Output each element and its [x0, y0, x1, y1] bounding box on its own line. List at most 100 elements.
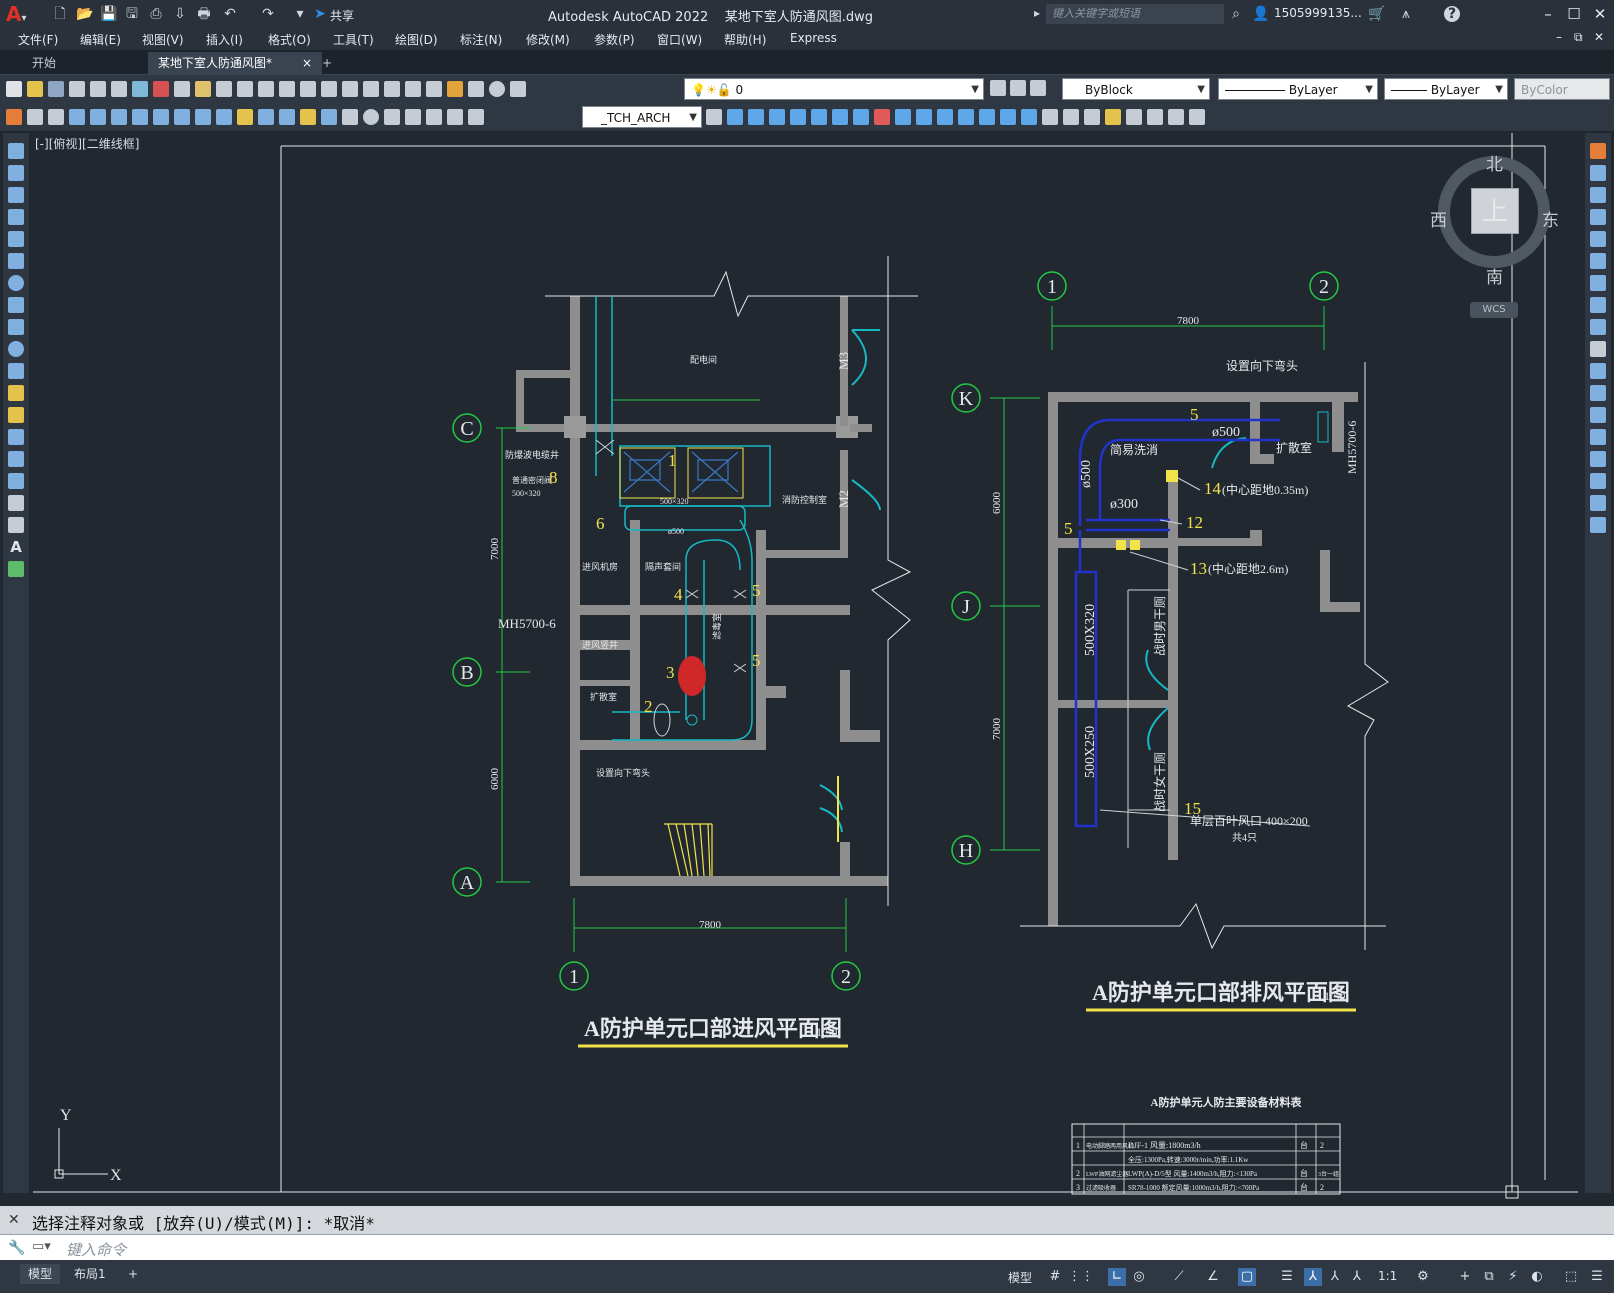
dim-arc-icon[interactable]	[111, 109, 127, 125]
recent-commands-icon[interactable]: ▭▾	[32, 1239, 51, 1254]
plus-icon[interactable]: +	[1456, 1268, 1474, 1286]
viewcube-west[interactable]: 西	[1430, 206, 1447, 231]
annotation-scale-icon[interactable]: ⅄	[1348, 1268, 1366, 1286]
tool2-icon[interactable]	[27, 109, 43, 125]
customize-qat-icon[interactable]: ▾	[292, 6, 308, 22]
autocad-logo-icon[interactable]: A▾	[6, 2, 27, 26]
viewcube-east[interactable]: 东	[1542, 206, 1559, 231]
offset-icon[interactable]	[769, 109, 785, 125]
array-side-icon[interactable]	[1590, 231, 1606, 247]
search-icon[interactable]: ⌕	[1228, 6, 1244, 22]
dim-radius-icon[interactable]	[153, 109, 169, 125]
isolate-icon[interactable]: ⧉	[1480, 1268, 1498, 1286]
osnap-icon[interactable]: ▢	[1238, 1268, 1256, 1286]
insert-icon[interactable]	[1126, 109, 1142, 125]
minimize-icon[interactable]: –	[1536, 4, 1560, 24]
chamfer-side-icon[interactable]	[1590, 451, 1606, 467]
mirror-icon[interactable]	[748, 109, 764, 125]
copy-obj-icon[interactable]	[727, 109, 743, 125]
move-icon[interactable]	[811, 109, 827, 125]
tab-active-document[interactable]: 某地下室人防通风图* ×	[148, 52, 322, 74]
preview-icon[interactable]	[90, 81, 106, 97]
grid-icon[interactable]: #	[1046, 1268, 1064, 1286]
join-side-icon[interactable]	[1590, 429, 1606, 445]
block-icon[interactable]	[1105, 109, 1121, 125]
workspace-gear-icon[interactable]: ⚙	[1414, 1268, 1432, 1286]
viewcube-south[interactable]: 南	[1486, 263, 1503, 288]
drawing-canvas[interactable]: C B A 1 2 7800 7000 6000 MH5700-6 配电间 消防…	[33, 133, 1578, 1206]
menu-draw[interactable]: 绘图(D)	[395, 31, 438, 48]
dim-space-icon[interactable]	[300, 109, 316, 125]
tab-add-layout[interactable]: +	[120, 1264, 146, 1284]
explode-side-icon[interactable]	[1590, 517, 1606, 533]
region-icon[interactable]	[8, 495, 24, 511]
doc-restore-icon[interactable]: ⧉	[1574, 30, 1583, 45]
move-side-icon[interactable]	[1590, 253, 1606, 269]
close-icon[interactable]: ✕	[1588, 4, 1612, 24]
scale-icon[interactable]	[853, 109, 869, 125]
wcs-menu[interactable]: WCS	[1470, 302, 1518, 318]
hatch-icon[interactable]	[8, 451, 24, 467]
undo-icon[interactable]: ↶	[222, 6, 238, 22]
circle-icon[interactable]	[8, 275, 24, 291]
tab-close-icon[interactable]: ×	[302, 52, 312, 74]
dim-ordinate-icon[interactable]	[132, 109, 148, 125]
menu-insert[interactable]: 插入(I)	[206, 31, 243, 48]
annotation-scale-value[interactable]: 1:1	[1378, 1269, 1397, 1283]
erase-icon[interactable]	[874, 109, 890, 125]
ellipse-arc-icon[interactable]	[8, 363, 24, 379]
calculator-icon[interactable]	[468, 81, 484, 97]
publish-icon[interactable]	[111, 81, 127, 97]
dim-diameter-icon[interactable]	[195, 109, 211, 125]
xref-icon[interactable]	[1147, 109, 1163, 125]
save-icon[interactable]: 💾	[100, 6, 117, 22]
lineweight-dropdown[interactable]: ByLayer ▼	[1384, 78, 1508, 100]
tab-add-button[interactable]: +	[312, 52, 346, 74]
cut-icon[interactable]	[153, 81, 169, 97]
break-side-icon[interactable]	[1590, 407, 1606, 423]
chamfer-icon[interactable]	[1000, 109, 1016, 125]
text-style-dropdown[interactable]: _TCH_ARCH ▼	[582, 106, 702, 128]
save-web-icon[interactable]: ⇩	[172, 6, 188, 22]
stretch-side-icon[interactable]	[1590, 319, 1606, 335]
annotation-visibility-icon[interactable]: ⅄	[1304, 1268, 1322, 1286]
dim-edit-icon[interactable]	[426, 109, 442, 125]
share-icon[interactable]: ➤	[312, 6, 328, 22]
search-arrow-icon[interactable]: ▸	[1034, 6, 1040, 20]
plotstyle-dropdown[interactable]: ByColor	[1514, 78, 1610, 100]
maximize-icon[interactable]: ☐	[1562, 4, 1586, 24]
menu-tools[interactable]: 工具(T)	[333, 31, 374, 48]
arc-icon[interactable]	[8, 253, 24, 269]
menu-file[interactable]: 文件(F)	[18, 31, 58, 48]
lineweight-icon[interactable]: ☰	[1278, 1268, 1296, 1286]
viewcube-top-face[interactable]: 上	[1471, 188, 1519, 234]
ungroup-icon[interactable]	[1084, 109, 1100, 125]
mirror-side-icon[interactable]	[1590, 187, 1606, 203]
menu-edit[interactable]: 编辑(E)	[80, 31, 121, 48]
pan-icon[interactable]	[300, 81, 316, 97]
tab-layout1[interactable]: 布局1	[66, 1264, 114, 1284]
xline-icon[interactable]	[8, 165, 24, 181]
line-icon[interactable]	[8, 143, 24, 159]
table-icon[interactable]	[8, 517, 24, 533]
zoom-window-icon[interactable]	[342, 81, 358, 97]
plot-icon[interactable]	[69, 81, 85, 97]
viewcube-north[interactable]: 北	[1486, 150, 1503, 175]
help-icon[interactable]: ?	[1444, 6, 1460, 22]
image-icon[interactable]	[1168, 109, 1184, 125]
copy-side-icon[interactable]	[1590, 165, 1606, 181]
erase-side-icon[interactable]	[1590, 143, 1606, 159]
designcenter-icon[interactable]	[405, 81, 421, 97]
polyline-icon[interactable]	[8, 187, 24, 203]
point-icon[interactable]	[8, 429, 24, 445]
group-icon[interactable]	[1063, 109, 1079, 125]
dim-angular-icon[interactable]	[216, 109, 232, 125]
break-point-side-icon[interactable]	[1590, 385, 1606, 401]
dim-break-icon[interactable]	[321, 109, 337, 125]
undo-tool-icon[interactable]	[258, 81, 274, 97]
customize-cmd-icon[interactable]: 🔧	[8, 1240, 25, 1256]
gradient-icon[interactable]	[8, 473, 24, 489]
trim-icon[interactable]	[916, 109, 932, 125]
open-file-icon[interactable]: 📂	[76, 6, 93, 22]
menu-format[interactable]: 格式(O)	[268, 31, 311, 48]
